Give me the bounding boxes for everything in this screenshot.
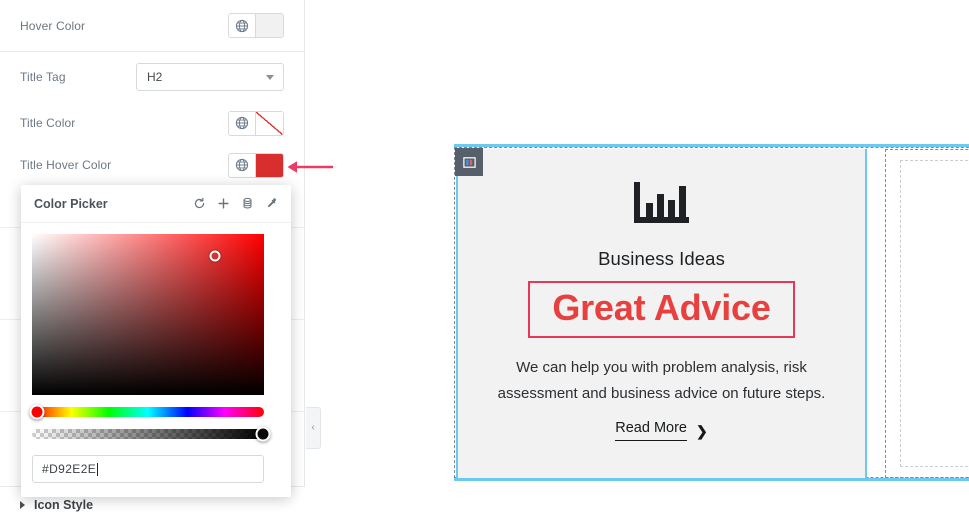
title-color-control[interactable] bbox=[228, 110, 284, 136]
preview-title[interactable]: Great Advice bbox=[528, 281, 795, 338]
hover-color-control[interactable] bbox=[228, 13, 284, 38]
title-tag-value: H2 bbox=[147, 70, 163, 84]
reset-icon-svg bbox=[194, 197, 205, 209]
control-row-title-hover-color: Title Hover Color bbox=[0, 144, 304, 186]
preview-column-one: Business Ideas Great Advice We can help … bbox=[456, 149, 867, 478]
bar-chart-icon-svg bbox=[633, 182, 689, 223]
color-picker-title: Color Picker bbox=[34, 196, 108, 211]
preview-description: We can help you with problem analysis, r… bbox=[497, 358, 826, 402]
chevron-right-icon: ❯ bbox=[696, 422, 708, 439]
reset-icon[interactable] bbox=[189, 193, 210, 214]
panel-collapse-chevron: ‹ bbox=[311, 422, 315, 433]
control-label-title-color: Title Color bbox=[20, 116, 76, 130]
eyedropper-icon-svg bbox=[267, 198, 276, 208]
eyedropper-icon[interactable] bbox=[261, 193, 282, 214]
sidebar-section-label: Icon Style bbox=[34, 498, 94, 512]
section-inner-outline: Business Ideas Great Advice We can help … bbox=[454, 147, 969, 478]
globe-icon[interactable] bbox=[229, 14, 256, 37]
color-picker-toolbar bbox=[189, 193, 282, 214]
empty-widget-placeholder bbox=[900, 160, 969, 467]
preview-column-two[interactable] bbox=[885, 149, 969, 478]
title-tag-field: H2 bbox=[136, 63, 284, 91]
caret-right-icon bbox=[20, 501, 25, 509]
control-row-hover-color: Hover Color bbox=[0, 0, 304, 51]
control-row-title-tag: Title Tag H2 bbox=[0, 52, 304, 102]
library-icon-svg bbox=[243, 197, 252, 209]
columns-icon-svg bbox=[462, 156, 476, 168]
hex-input[interactable]: #D92E2E bbox=[32, 455, 264, 483]
alpha-slider[interactable] bbox=[32, 426, 271, 442]
read-more-label: Read More bbox=[615, 420, 687, 442]
title-hover-color-field bbox=[228, 152, 284, 178]
control-label-hover-color: Hover Color bbox=[20, 18, 86, 33]
add-icon[interactable] bbox=[213, 193, 234, 214]
read-more-link[interactable]: Read More ❯ bbox=[615, 420, 708, 442]
panel-collapse-handle[interactable]: ‹ bbox=[306, 407, 321, 449]
color-picker-body: #D92E2E bbox=[21, 223, 291, 497]
text-cursor bbox=[97, 462, 99, 476]
title-tag-select[interactable]: H2 bbox=[136, 63, 284, 91]
color-picker-header: Color Picker bbox=[21, 185, 291, 223]
hover-color-swatch[interactable] bbox=[256, 14, 283, 37]
title-hover-color-swatch[interactable] bbox=[256, 153, 283, 177]
preview-subtitle: Business Ideas bbox=[598, 248, 725, 269]
globe-icon[interactable] bbox=[229, 153, 256, 177]
color-picker-popup: Color Picker #D92E2E bbox=[21, 185, 291, 497]
title-hover-color-control[interactable] bbox=[228, 152, 284, 178]
title-color-swatch[interactable] bbox=[256, 111, 283, 135]
control-label-title-hover-color: Title Hover Color bbox=[20, 158, 112, 172]
control-row-title-color: Title Color bbox=[0, 102, 304, 144]
hue-slider[interactable] bbox=[29, 404, 264, 420]
bar-chart-icon bbox=[633, 181, 691, 234]
globe-icon-svg bbox=[235, 116, 249, 130]
library-icon[interactable] bbox=[237, 193, 258, 214]
hex-input-value: #D92E2E bbox=[42, 462, 97, 476]
control-label-title-tag: Title Tag bbox=[20, 70, 66, 84]
chevron-down-icon bbox=[266, 75, 274, 80]
selected-section[interactable]: Business Ideas Great Advice We can help … bbox=[454, 144, 969, 481]
globe-icon-svg bbox=[235, 19, 249, 32]
alpha-slider-knob[interactable] bbox=[255, 426, 271, 442]
editor-screen: Hover Color Title Tag H2 Title Color Tit… bbox=[0, 0, 969, 523]
saturation-value-knob[interactable] bbox=[209, 250, 221, 262]
hover-color-field bbox=[228, 13, 284, 38]
hue-slider-knob[interactable] bbox=[29, 404, 45, 420]
columns-icon[interactable] bbox=[455, 148, 483, 176]
globe-icon-svg bbox=[235, 158, 249, 172]
globe-icon[interactable] bbox=[229, 111, 256, 135]
add-icon-svg bbox=[218, 198, 229, 209]
title-color-field bbox=[228, 110, 284, 136]
preview-canvas: ‹ Business Ideas Great Advice We can hel… bbox=[306, 0, 969, 523]
saturation-value-area[interactable] bbox=[32, 234, 264, 395]
